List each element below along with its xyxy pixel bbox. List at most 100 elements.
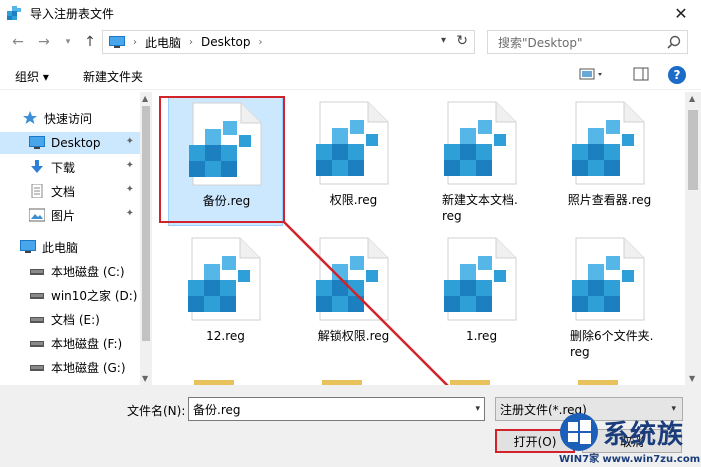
sidebar-item-drive-g[interactable]: 本地磁盘 (G:) xyxy=(0,356,140,378)
desktop-icon xyxy=(29,136,45,150)
registry-file-icon xyxy=(572,101,645,185)
navigation-bar: ← → ▾ ↑ › 此电脑 › Desktop › ▾ ↻ 搜索"Desktop… xyxy=(0,28,701,56)
pin-icon: ✦ xyxy=(125,208,134,219)
file-item-1-reg[interactable]: 1.reg xyxy=(424,232,539,362)
filename-label: 文件名(N): xyxy=(127,404,186,418)
scroll-down-icon[interactable]: ▼ xyxy=(689,374,695,383)
sidebar-item-drive-f[interactable]: 本地磁盘 (F:) xyxy=(0,332,140,354)
site-watermark: 系统族 WIN7家 www.win7zu.com xyxy=(553,410,701,467)
new-folder-button[interactable]: 新建文件夹 xyxy=(83,68,143,85)
file-name: 照片查看器.reg xyxy=(567,193,652,207)
drive-icon xyxy=(29,264,45,278)
sidebar-item-desktop[interactable]: Desktop ✦ xyxy=(0,132,140,154)
sidebar-item-drive-e[interactable]: 文档 (E:) xyxy=(0,308,140,330)
regedit-app-icon xyxy=(6,5,22,21)
drive-icon xyxy=(29,288,45,302)
sidebar-item-drive-c[interactable]: 本地磁盘 (C:) xyxy=(0,260,140,282)
file-name: 1.reg xyxy=(465,329,498,343)
search-icon xyxy=(667,35,681,49)
breadcrumb-separator: › xyxy=(258,36,263,48)
sidebar-item-label: Desktop xyxy=(51,136,101,150)
breadcrumb-desktop[interactable]: Desktop xyxy=(201,35,251,49)
back-arrow-icon[interactable]: ← xyxy=(8,32,28,52)
file-name: 12.reg xyxy=(206,329,245,343)
watermark-brand: 系统族 xyxy=(603,420,685,450)
computer-icon xyxy=(20,240,36,254)
navigation-pane: 快速访问 Desktop ✦ 下载 ✦ 文档 ✦ 图片 ✦ 此电脑 本地磁盘 (… xyxy=(0,92,152,385)
file-item-photo-viewer-reg[interactable]: 照片查看器.reg xyxy=(552,96,667,226)
refresh-icon[interactable]: ↻ xyxy=(456,33,468,49)
breadcrumb-separator: › xyxy=(133,36,137,48)
sidebar-item-label: 本地磁盘 (G:) xyxy=(51,360,126,375)
filename-dropdown-icon[interactable]: ▾ xyxy=(475,404,480,414)
breadcrumb-separator: › xyxy=(189,36,194,48)
filename-input[interactable]: 备份.reg ▾ xyxy=(188,397,485,421)
sidebar-item-quick-access[interactable]: 快速访问 xyxy=(0,107,140,129)
watermark-url: WIN7家 www.win7zu.com xyxy=(559,454,701,465)
organize-button[interactable]: 组织 ▾ xyxy=(15,68,49,85)
up-arrow-icon[interactable]: ↑ xyxy=(80,32,100,52)
sidebar-item-label: 文档 (E:) xyxy=(51,312,100,327)
command-toolbar: 组织 ▾ 新建文件夹 ? xyxy=(0,60,701,90)
recent-locations-chevron-icon[interactable]: ▾ xyxy=(58,32,78,52)
navigation-pane-scrollbar[interactable]: ▲ ▼ xyxy=(140,92,152,385)
scroll-down-icon[interactable]: ▼ xyxy=(142,374,148,383)
file-item-permissions-reg[interactable]: 权限.reg xyxy=(296,96,411,226)
pin-icon: ✦ xyxy=(125,160,134,171)
scroll-up-icon[interactable]: ▲ xyxy=(142,94,148,103)
drive-icon xyxy=(29,312,45,326)
document-icon xyxy=(29,183,45,199)
sidebar-item-label: 快速访问 xyxy=(44,111,93,126)
registry-file-icon xyxy=(316,237,389,321)
filename-value: 备份.reg xyxy=(193,402,241,417)
file-item-delete-6-folders-reg[interactable]: 删除6个文件夹. reg xyxy=(552,232,667,362)
sidebar-item-label: 图片 xyxy=(51,208,76,223)
breadcrumb-this-pc[interactable]: 此电脑 xyxy=(145,34,181,51)
view-options-icon[interactable] xyxy=(579,67,605,84)
forward-arrow-icon[interactable]: → xyxy=(34,32,54,52)
computer-icon xyxy=(109,36,125,48)
drive-icon xyxy=(29,336,45,350)
sidebar-item-drive-d[interactable]: win10之家 (D:) xyxy=(0,284,140,306)
preview-pane-icon[interactable] xyxy=(633,67,649,84)
file-item-new-text-document-reg[interactable]: 新建文本文档. reg xyxy=(424,96,539,226)
search-box[interactable]: 搜索"Desktop" xyxy=(487,30,688,54)
sidebar-item-pictures[interactable]: 图片 ✦ xyxy=(0,204,140,226)
registry-file-icon xyxy=(444,101,517,185)
sidebar-item-label: 本地磁盘 (F:) xyxy=(51,336,123,351)
sidebar-item-label: win10之家 (D:) xyxy=(51,288,138,303)
sidebar-item-label: 下载 xyxy=(51,160,76,175)
registry-file-icon xyxy=(188,237,261,321)
sidebar-item-downloads[interactable]: 下载 ✦ xyxy=(0,156,140,178)
drive-icon xyxy=(29,360,45,374)
scrollbar-thumb[interactable] xyxy=(688,110,698,190)
download-icon xyxy=(29,160,45,174)
star-icon xyxy=(22,111,38,125)
registry-file-icon xyxy=(444,237,517,321)
scrollbar-thumb[interactable] xyxy=(142,106,150,341)
registry-file-icon xyxy=(316,101,389,185)
file-item-12-reg[interactable]: 12.reg xyxy=(168,232,283,362)
pin-icon: ✦ xyxy=(125,184,134,195)
windows-logo-icon xyxy=(560,413,598,451)
file-name: 删除6个文件夹. reg xyxy=(570,329,654,359)
search-input[interactable]: 搜索"Desktop" xyxy=(498,34,583,51)
sidebar-item-this-pc[interactable]: 此电脑 xyxy=(0,236,140,258)
sidebar-item-documents[interactable]: 文档 ✦ xyxy=(0,180,140,202)
file-list-scrollbar[interactable]: ▲ ▼ xyxy=(685,92,701,385)
registry-file-icon xyxy=(572,237,645,321)
scroll-up-icon[interactable]: ▲ xyxy=(689,94,695,103)
file-item-unlock-permissions-reg[interactable]: 解锁权限.reg xyxy=(296,232,411,362)
sidebar-item-label: 此电脑 xyxy=(42,240,79,255)
close-button[interactable]: ✕ xyxy=(661,0,701,26)
sidebar-item-label: 文档 xyxy=(51,184,76,199)
file-name: 新建文本文档. reg xyxy=(442,193,518,223)
file-name: 权限.reg xyxy=(329,193,378,207)
picture-icon xyxy=(28,208,46,222)
selection-highlight-annotation xyxy=(159,96,285,223)
file-name: 解锁权限.reg xyxy=(317,329,390,343)
address-dropdown-icon[interactable]: ▾ xyxy=(441,35,446,46)
window-title: 导入注册表文件 xyxy=(30,6,115,21)
address-bar[interactable]: › 此电脑 › Desktop › ▾ ↻ xyxy=(102,30,475,54)
help-icon[interactable]: ? xyxy=(668,66,686,84)
